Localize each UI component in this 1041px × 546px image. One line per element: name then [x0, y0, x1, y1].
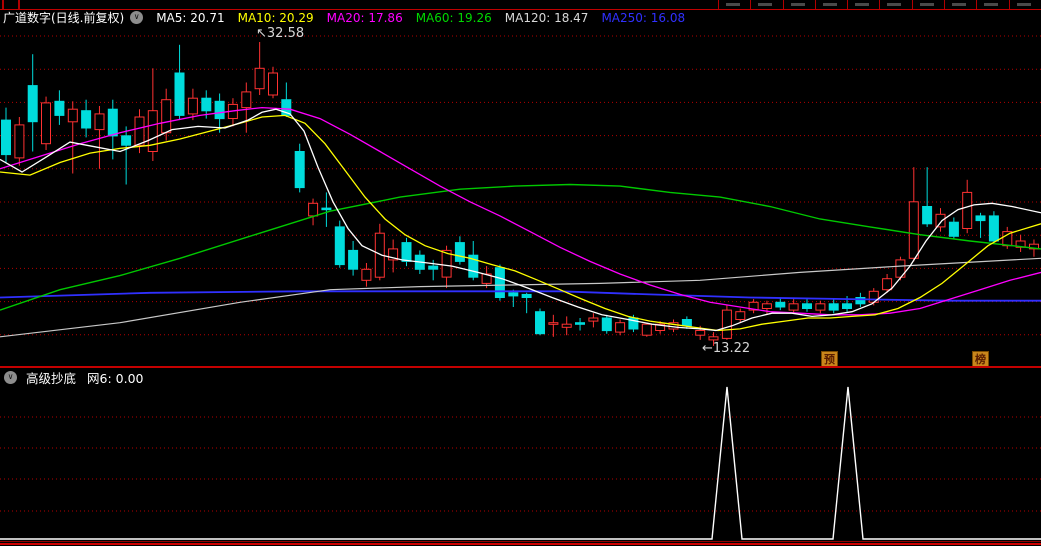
- candle-body: [521, 293, 532, 298]
- candle-body: [721, 309, 732, 339]
- ma120-label: MA120: 18.47: [504, 10, 589, 25]
- candle-body: [588, 317, 599, 322]
- candle-body: [241, 91, 252, 109]
- candle-body: [815, 303, 826, 311]
- indicator-signal-line: [0, 386, 1041, 540]
- candle-body: [575, 322, 585, 325]
- ma120-line: [0, 257, 1041, 338]
- toolbar-button-fragment[interactable]: [750, 0, 782, 9]
- toolbar-button-fragment[interactable]: [944, 0, 976, 9]
- ma250-label: MA250: 16.08: [601, 10, 686, 25]
- candle-body: [94, 113, 105, 131]
- pane-divider[interactable]: [0, 366, 1041, 368]
- ma60-label: MA60: 19.26: [415, 10, 492, 25]
- candle-body: [601, 317, 612, 332]
- ma250-line: [0, 290, 1041, 302]
- candle-body: [922, 206, 933, 225]
- candle-body: [641, 323, 652, 336]
- candle-body: [615, 322, 626, 333]
- candle-body: [134, 116, 145, 146]
- candle-body: [214, 100, 225, 120]
- ma10-label: MA10: 20.29: [237, 10, 314, 25]
- chevron-down-icon[interactable]: ∨: [130, 11, 144, 24]
- bottom-border-line2: [0, 543, 1041, 545]
- candle-body: [54, 100, 65, 116]
- candle-body: [508, 292, 519, 297]
- candle-body: [681, 319, 692, 327]
- candle-body: [962, 191, 973, 229]
- bottom-border-line: [0, 541, 1041, 542]
- candle-body: [401, 242, 412, 262]
- app-window: 广道数字(日线.前复权) ∨ MA5: 20.71 MA10: 20.29 MA…: [0, 0, 1041, 546]
- toolbar-button-fragment[interactable]: [814, 0, 847, 9]
- candle-body: [695, 330, 706, 336]
- indicator-chart-canvas[interactable]: [0, 384, 1041, 542]
- candle-body: [828, 303, 839, 311]
- candle-body: [81, 110, 92, 129]
- candle-body: [761, 303, 772, 309]
- candle-body: [14, 124, 25, 159]
- candle-body: [294, 151, 305, 189]
- candle-body: [948, 221, 959, 237]
- candle-body: [988, 215, 999, 242]
- candle-body: [561, 323, 572, 328]
- candle-body: [428, 265, 439, 270]
- candle-body: [161, 99, 172, 134]
- candle-body: [67, 108, 78, 123]
- candle-body: [708, 336, 719, 341]
- candle-body: [454, 242, 465, 262]
- candle-body: [254, 67, 265, 90]
- candle-body: [41, 102, 51, 145]
- high-arrow-icon: ↖: [256, 26, 267, 41]
- candle-body: [535, 311, 545, 335]
- candle-body: [908, 201, 919, 259]
- main-chart-canvas[interactable]: [0, 25, 1041, 366]
- high-price-value: 32.58: [266, 26, 305, 41]
- candle-body: [1, 119, 11, 156]
- candle-body: [187, 97, 198, 115]
- candle-body: [548, 322, 559, 325]
- low-arrow-icon: ←: [702, 341, 713, 356]
- candle-body: [842, 303, 852, 309]
- candle-body: [334, 226, 345, 266]
- indicator-header: ∨ 高级抄底 网6: 0.00: [0, 369, 1041, 386]
- candle-body: [107, 108, 118, 137]
- low-price-value: 13.22: [712, 341, 751, 356]
- low-price-annotation: ←13.22: [702, 341, 750, 356]
- ma20-label: MA20: 17.86: [326, 10, 403, 25]
- candle-body: [788, 303, 799, 311]
- candle-body: [121, 135, 132, 146]
- toolbar-button-fragment[interactable]: [1008, 0, 1041, 9]
- ma5-label: MA5: 20.71: [156, 10, 225, 25]
- candle-body: [27, 85, 38, 123]
- candle-body: [308, 202, 319, 217]
- indicator-grid-lines: [0, 416, 1041, 512]
- candle-body: [174, 72, 185, 116]
- candle-body: [735, 311, 746, 321]
- candle-body: [975, 215, 986, 222]
- candle-body: [494, 267, 505, 298]
- candle-body: [802, 303, 812, 309]
- candle-body: [348, 249, 359, 270]
- toolbar-button-fragment[interactable]: [718, 0, 750, 9]
- candle-body: [268, 72, 278, 96]
- chevron-down-icon[interactable]: ∨: [4, 370, 17, 384]
- toolbar-button-fragment[interactable]: [847, 0, 879, 9]
- high-price-annotation: ↖32.58: [256, 26, 304, 41]
- toolbar-button-fragment[interactable]: [782, 0, 815, 9]
- candle-body: [935, 213, 946, 228]
- toolbar-button-fragment[interactable]: [976, 0, 1008, 9]
- candle-body: [775, 301, 786, 308]
- chart-title[interactable]: 广道数字(日线.前复权): [3, 9, 124, 26]
- toolbar-button-fragment[interactable]: [879, 0, 911, 9]
- toolbar-button-row: [718, 0, 1041, 9]
- candle-body: [361, 268, 372, 281]
- chart-header: 广道数字(日线.前复权) ∨ MA5: 20.71 MA10: 20.29 MA…: [0, 9, 1041, 26]
- candle-body: [201, 97, 212, 112]
- toolbar-button-fragment[interactable]: [2, 0, 20, 9]
- candle-body: [882, 278, 893, 291]
- top-toolbar: [0, 0, 1041, 10]
- toolbar-button-fragment[interactable]: [911, 0, 944, 9]
- candle-body: [321, 207, 332, 211]
